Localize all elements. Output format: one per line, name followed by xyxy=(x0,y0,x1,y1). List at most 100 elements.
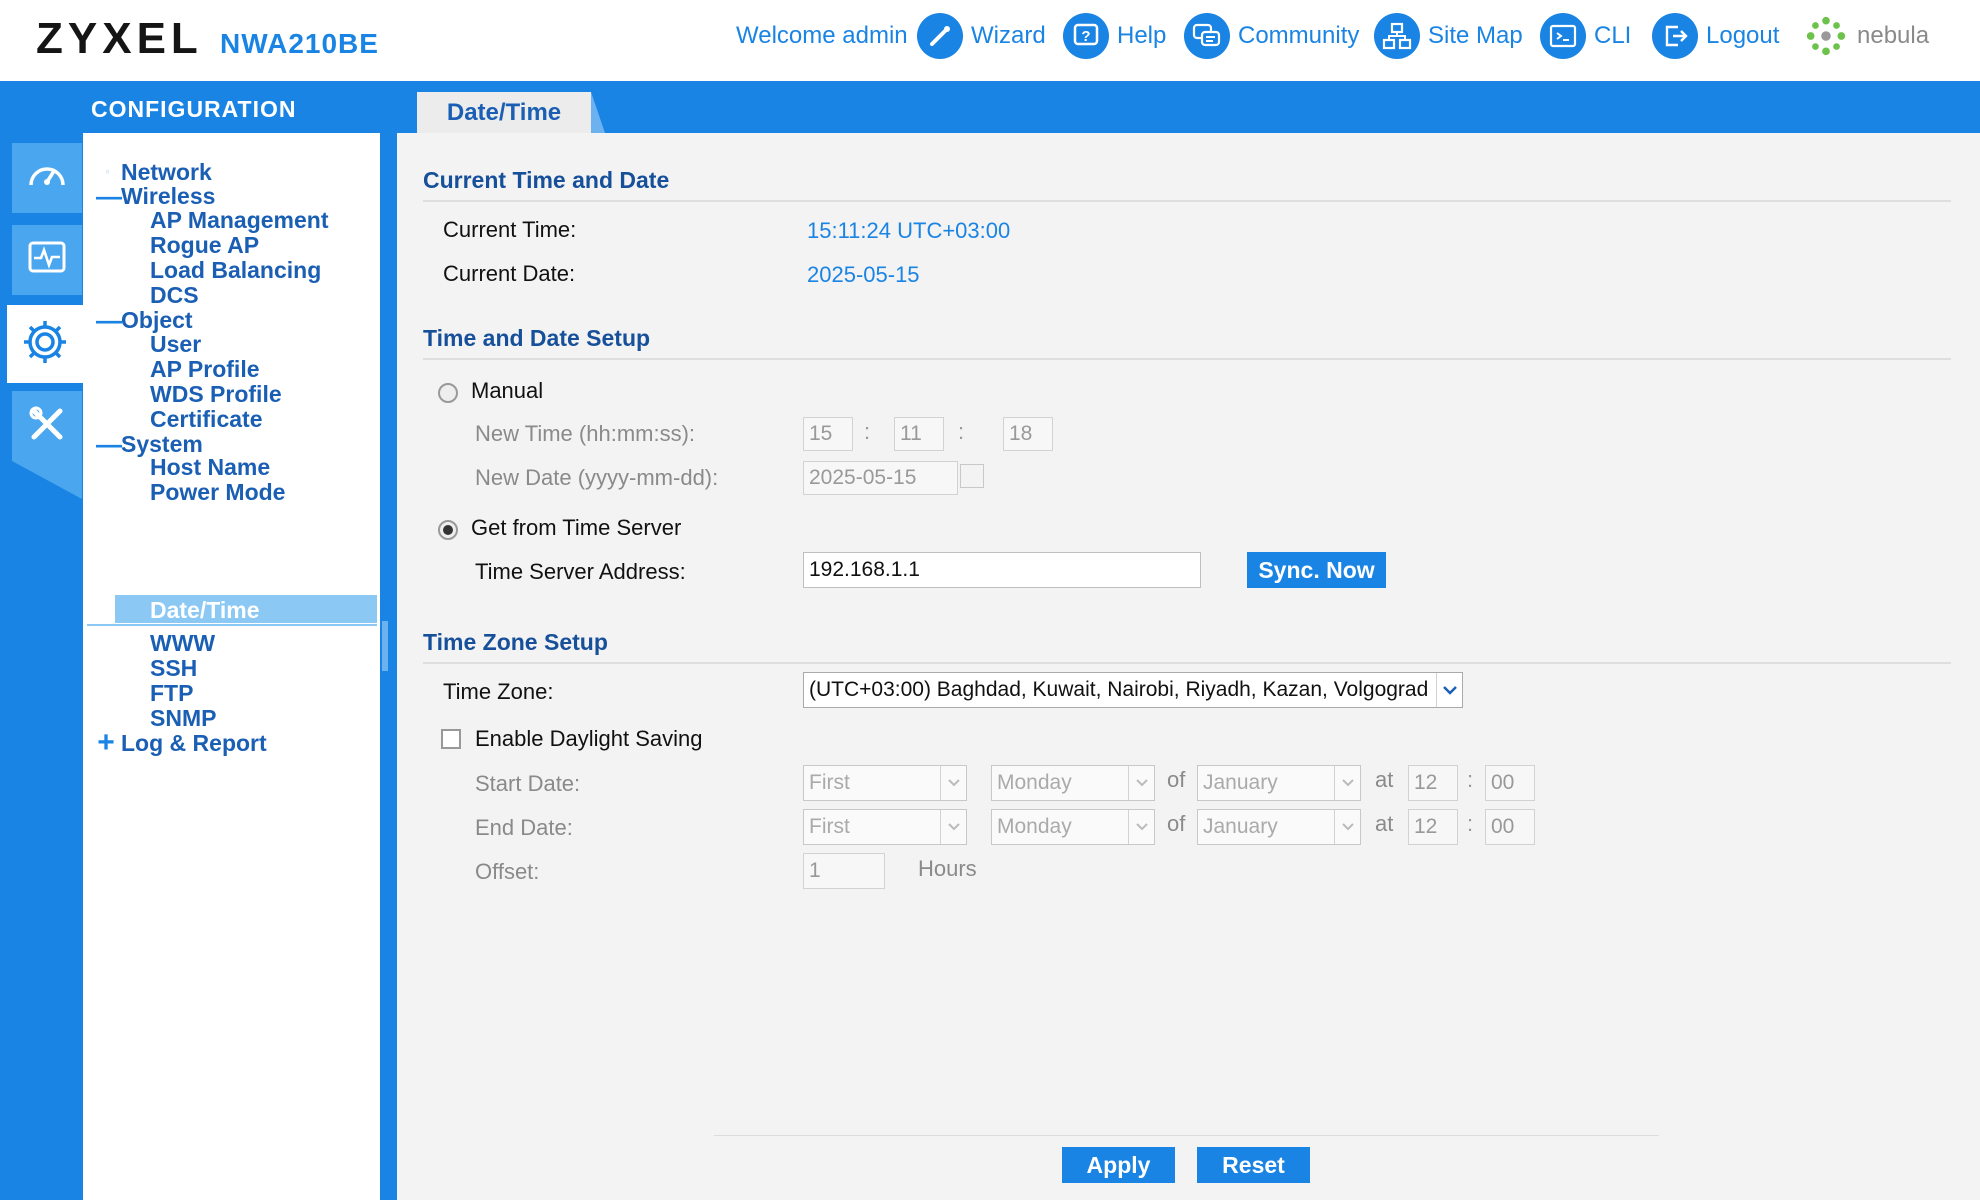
nav-load-balancing[interactable]: Load Balancing xyxy=(150,257,321,284)
time-separator: : xyxy=(1467,767,1474,792)
collapse-object-icon[interactable]: — xyxy=(96,305,122,336)
end-month-select[interactable]: January xyxy=(1197,809,1361,845)
community-label: Community xyxy=(1238,22,1360,49)
end-week-select[interactable]: First xyxy=(803,809,967,845)
main-content: Current Time and Date Current Time: 15:1… xyxy=(397,133,1980,1200)
nebula-label: nebula xyxy=(1857,22,1930,49)
nav-dcs[interactable]: DCS xyxy=(150,282,199,309)
time-server-address-input[interactable] xyxy=(803,552,1201,588)
svg-text:?: ? xyxy=(1081,28,1090,45)
site-map-link[interactable]: Site Map xyxy=(1374,8,1523,64)
start-week-select[interactable]: First xyxy=(803,765,967,801)
current-time-value: 15:11:24 UTC+03:00 xyxy=(807,218,1011,243)
nav-user[interactable]: User xyxy=(150,331,201,358)
help-link[interactable]: ? Help xyxy=(1063,8,1166,64)
dashboard-icon xyxy=(24,153,70,204)
reset-button[interactable]: Reset xyxy=(1197,1147,1310,1183)
nebula-logo-icon xyxy=(1803,13,1849,59)
daylight-saving-checkbox[interactable] xyxy=(441,729,461,749)
time-separator: : xyxy=(1467,811,1474,836)
nav-date-time[interactable]: Date/Time xyxy=(150,597,260,624)
new-time-hour-input[interactable] xyxy=(803,417,853,451)
logout-link[interactable]: Logout xyxy=(1652,8,1779,64)
help-icon: ? xyxy=(1063,13,1109,59)
device-model: NWA210BE xyxy=(220,28,379,59)
start-month-select[interactable]: January xyxy=(1197,765,1361,801)
nav-network[interactable]: Network xyxy=(121,159,212,186)
nav-host-name[interactable]: Host Name xyxy=(150,454,270,481)
splitter-handle[interactable] xyxy=(382,621,388,671)
start-hour-input[interactable] xyxy=(1408,765,1458,801)
footer-divider xyxy=(714,1135,1659,1136)
top-header: ZYXEL NWA210BE Welcome admin Wizard ? He… xyxy=(0,0,1980,81)
chevron-down-icon xyxy=(1436,673,1462,707)
help-label: Help xyxy=(1117,22,1167,49)
sync-now-button[interactable]: Sync. Now xyxy=(1247,552,1386,588)
end-day-select[interactable]: Monday xyxy=(991,809,1155,845)
nav-certificate[interactable]: Certificate xyxy=(150,406,262,433)
at-label: at xyxy=(1375,811,1394,836)
dashboard-button[interactable] xyxy=(12,143,82,213)
section-heading: CONFIGURATION xyxy=(91,96,297,122)
nav-ssh[interactable]: SSH xyxy=(150,655,197,682)
wizard-label: Wizard xyxy=(971,22,1046,49)
time-server-label: Get from Time Server xyxy=(471,515,682,540)
time-separator: : xyxy=(958,419,965,444)
nav-wds-profile[interactable]: WDS Profile xyxy=(150,381,282,408)
maintenance-button[interactable] xyxy=(12,391,82,461)
config-strip xyxy=(0,81,1980,133)
community-link[interactable]: Community xyxy=(1184,8,1359,64)
monitor-icon xyxy=(24,235,70,286)
nav-www[interactable]: WWW xyxy=(150,630,215,657)
configuration-button[interactable] xyxy=(7,305,83,383)
time-server-radio[interactable] xyxy=(438,520,458,540)
apply-button[interactable]: Apply xyxy=(1062,1147,1175,1183)
end-date-label: End Date: xyxy=(475,815,573,840)
current-time-label: Current Time: xyxy=(443,217,577,242)
nav-snmp[interactable]: SNMP xyxy=(150,705,216,732)
nav-ap-management[interactable]: AP Management xyxy=(150,207,329,234)
nav-ftp[interactable]: FTP xyxy=(150,680,193,707)
welcome-text: Welcome admin xyxy=(736,22,908,49)
offset-label: Offset: xyxy=(475,859,540,884)
nav-log-report[interactable]: Log & Report xyxy=(121,730,267,757)
nav-power-mode[interactable]: Power Mode xyxy=(150,479,285,506)
new-time-minute-input[interactable] xyxy=(894,417,944,451)
cli-label: CLI xyxy=(1594,22,1632,49)
nav-splitter[interactable] xyxy=(380,133,397,1200)
collapse-system-icon[interactable]: — xyxy=(96,429,122,460)
time-zone-select[interactable]: (UTC+03:00) Baghdad, Kuwait, Nairobi, Ri… xyxy=(803,672,1463,708)
start-day-select[interactable]: Monday xyxy=(991,765,1155,801)
nebula-link[interactable]: nebula xyxy=(1803,8,1929,64)
expand-log-report-icon[interactable]: + xyxy=(96,726,116,760)
nav-object[interactable]: Object xyxy=(121,307,193,334)
new-time-second-input[interactable] xyxy=(1003,417,1053,451)
icon-bar-decoration xyxy=(12,461,82,499)
site-map-label: Site Map xyxy=(1428,22,1523,49)
section-current-time: Current Time and Date xyxy=(423,167,1951,202)
start-minute-input[interactable] xyxy=(1485,765,1535,801)
nav-ap-profile[interactable]: AP Profile xyxy=(150,356,260,383)
navigation-tree: ◦ Network — Wireless AP Management Rogue… xyxy=(83,133,380,1200)
collapse-wireless-icon[interactable]: — xyxy=(96,181,122,212)
time-zone-value: (UTC+03:00) Baghdad, Kuwait, Nairobi, Ri… xyxy=(809,678,1429,701)
zyxel-logo: ZYXEL xyxy=(36,14,203,63)
nav-rogue-ap[interactable]: Rogue AP xyxy=(150,232,259,259)
end-minute-input[interactable] xyxy=(1485,809,1535,845)
tree-dot: ◦ xyxy=(105,163,110,179)
nav-selection-underline xyxy=(87,624,377,626)
manual-radio[interactable] xyxy=(438,383,458,403)
tab-date-time[interactable]: Date/Time xyxy=(417,92,605,133)
offset-input[interactable] xyxy=(803,853,885,889)
nav-wireless[interactable]: Wireless xyxy=(121,183,215,210)
maintenance-tools-icon xyxy=(24,401,70,452)
new-date-input[interactable] xyxy=(803,461,958,495)
monitor-button[interactable] xyxy=(12,225,82,295)
time-server-address-label: Time Server Address: xyxy=(475,559,686,584)
end-day-value: Monday xyxy=(997,815,1072,838)
of-label: of xyxy=(1167,767,1186,792)
end-hour-input[interactable] xyxy=(1408,809,1458,845)
cli-link[interactable]: CLI xyxy=(1540,8,1631,64)
calendar-icon[interactable] xyxy=(960,464,984,488)
wizard-link[interactable]: Wizard xyxy=(917,8,1046,64)
